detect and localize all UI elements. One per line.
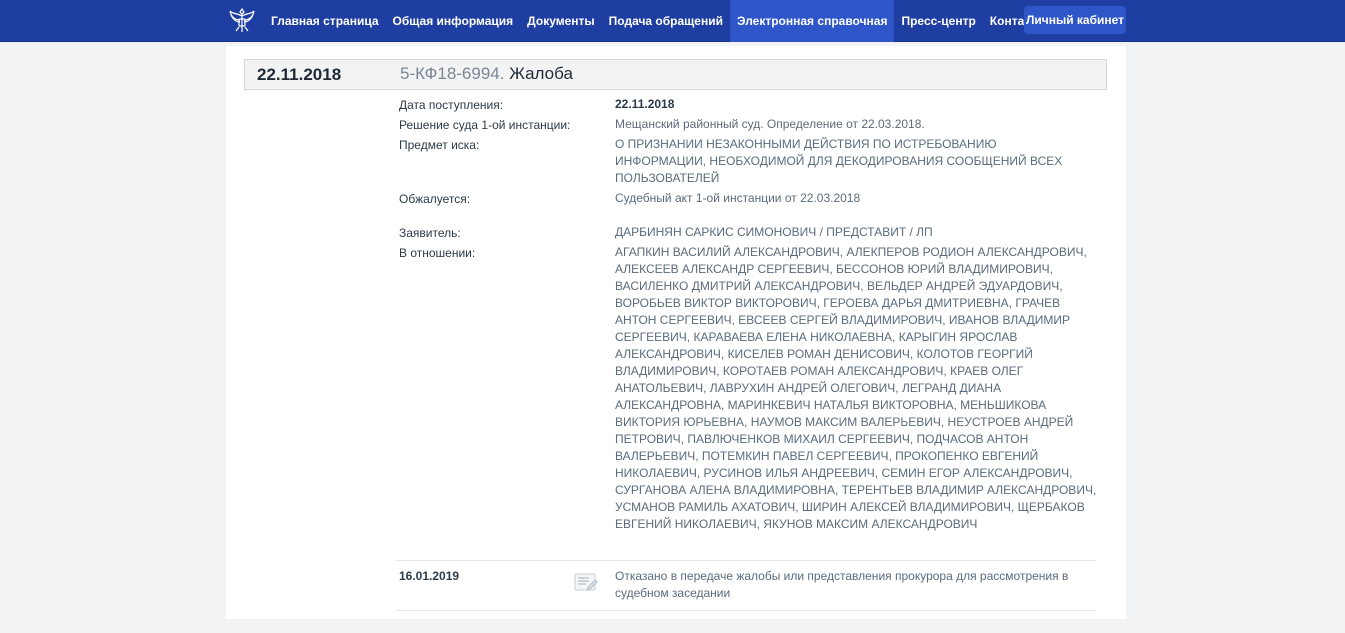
respondents-value: АГАПКИН ВАСИЛИЙ АЛЕКСАНДРОВИЧ, АЛЕКПЕРОВ… [615, 245, 1097, 531]
case-title: 5-КФ18-6994. Жалоба [400, 64, 573, 84]
decision-value: Мещанский районный суд. Определение от 2… [615, 117, 925, 131]
subject-label: Предмет иска: [399, 138, 480, 152]
eagle-emblem-icon[interactable] [226, 4, 258, 36]
document-edit-icon[interactable] [574, 572, 598, 592]
nav-item-documents[interactable]: Документы [520, 0, 601, 42]
nav-item-e-reference[interactable]: Электронная справочная [729, 0, 895, 42]
appealed-label: Обжалуется: [399, 192, 471, 206]
respondents-label: В отношении: [399, 246, 476, 260]
applicant-value: ДАРБИНЯН САРКИС СИМОНОВИЧ / ПРЕДСТАВИТ /… [615, 225, 933, 239]
nav-item-press-center[interactable]: Пресс-центр [894, 0, 982, 42]
applicant-label: Заявитель: [399, 226, 461, 240]
main-nav: Главная страница Общая информация Докуме… [264, 0, 1103, 42]
divider [396, 610, 1096, 611]
received-label: Дата поступления: [399, 98, 504, 112]
case-number: 5-КФ18-6994. [400, 64, 505, 83]
personal-cabinet-button[interactable]: Личный кабинет [1024, 6, 1126, 34]
received-value: 22.11.2018 [615, 97, 675, 111]
event-date: 16.01.2019 [399, 569, 460, 583]
divider [396, 560, 1096, 561]
case-date: 22.11.2018 [257, 65, 342, 84]
subject-value: О ПРИЗНАНИИ НЕЗАКОННЫМИ ДЕЙСТВИЯ ПО ИСТР… [615, 137, 1063, 185]
appealed-value: Судебный акт 1-ой инстанции от 22.03.201… [615, 191, 861, 205]
nav-item-home[interactable]: Главная страница [264, 0, 386, 42]
top-navigation-bar: Главная страница Общая информация Докуме… [0, 0, 1345, 42]
event-text: Отказано в передаче жалобы или представл… [615, 569, 1069, 600]
decision-label: Решение суда 1-ой инстанции: [399, 118, 571, 132]
nav-item-appeals[interactable]: Подача обращений [602, 0, 730, 42]
case-kind: Жалоба [509, 64, 573, 83]
case-header: 22.11.2018 5-КФ18-6994. Жалоба [244, 59, 1107, 90]
nav-item-general-info[interactable]: Общая информация [386, 0, 521, 42]
